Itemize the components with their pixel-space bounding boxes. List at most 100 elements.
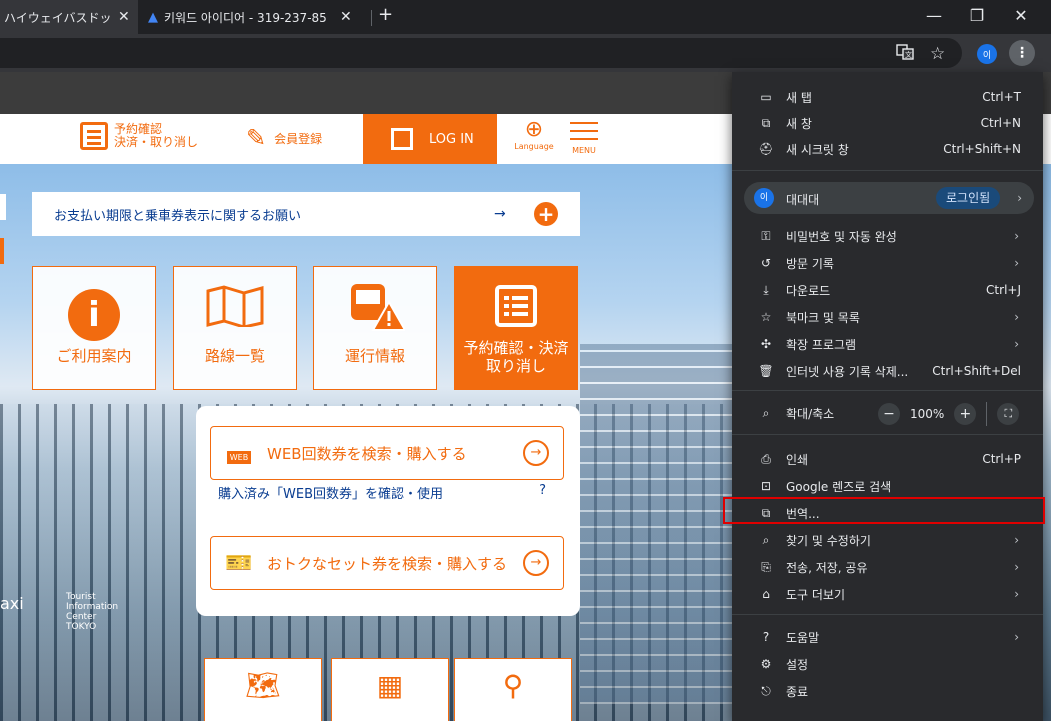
card-routes[interactable]: 路線一覧 — [173, 266, 297, 390]
tab-keyword-ideas[interactable]: ▲ 키워드 아이디어 - 319-237-85 ✕ — [148, 0, 366, 34]
menu-settings[interactable]: ⚙ 설정 — [732, 651, 1043, 677]
menu-google-lens[interactable]: ⊡ Google 렌즈로 검색 — [732, 473, 1043, 499]
download-icon: ⤓ — [763, 282, 769, 297]
purchased-ticket-link[interactable]: 購入済み「WEB回数券」を確認・使用 ? — [218, 483, 558, 502]
login-icon — [391, 128, 413, 150]
new-window-icon: ⧉ — [761, 115, 771, 130]
chevron-right-icon: › — [1014, 310, 1019, 324]
login-button[interactable]: LOG IN — [363, 114, 497, 164]
star-icon[interactable]: ☆ — [930, 44, 945, 64]
menu-new-window[interactable]: ⧉ 새 창 Ctrl+N — [732, 110, 1043, 136]
card-label: 運行情報 — [344, 347, 405, 365]
address-bar[interactable] — [0, 38, 962, 68]
tab-title: ハイウェイバスドットコム — [4, 10, 112, 25]
side-tab — [0, 194, 6, 220]
menu-help[interactable]: ? 도움말 › — [732, 624, 1043, 650]
list-icon — [80, 122, 108, 150]
reservation-link[interactable]: 予約確認 決済・取り消し — [80, 122, 198, 150]
menu-new-tab[interactable]: ▭ 새 탭 Ctrl+T — [732, 84, 1043, 110]
card-service-info[interactable]: 運行情報 — [313, 266, 437, 390]
card-label-line2: 取り消し — [485, 357, 546, 375]
menu-bookmarks[interactable]: ☆ 북마크 및 목록 › — [732, 304, 1043, 330]
set-ticket-search-button[interactable]: 🎫 おトクなセット券を検索・購入する → — [210, 536, 564, 590]
hamburger-icon — [570, 122, 598, 140]
map-icon: 🗺 — [245, 669, 281, 702]
menu-button[interactable]: MENU — [568, 122, 600, 155]
menu-passwords[interactable]: ⚿ 비밀번호 및 자동 완성 › — [732, 223, 1043, 249]
find-icon: ⌕ — [762, 532, 770, 547]
menu-label: 종료 — [786, 684, 809, 699]
chevron-right-icon: › — [1017, 191, 1022, 205]
bottom-card-map[interactable]: 🗺 — [204, 658, 322, 721]
key-icon: ⚿ — [761, 228, 771, 243]
menu-label: 다운로드 — [786, 283, 831, 298]
menu-divider — [732, 170, 1043, 171]
menu-extensions[interactable]: ✣ 확장 프로그램 › — [732, 331, 1043, 357]
avatar[interactable]: 이 — [977, 44, 997, 64]
new-tab-button[interactable]: + — [378, 4, 393, 25]
card-label: 路線一覧 — [204, 347, 265, 365]
menu-incognito[interactable]: ⛑ 새 시크릿 창 Ctrl+Shift+N — [732, 136, 1043, 162]
menu-shortcut: Ctrl+P — [982, 452, 1021, 466]
plus-icon[interactable]: + — [534, 202, 558, 226]
menu-shortcut: Ctrl+Shift+N — [943, 142, 1021, 156]
card-reservation[interactable]: 予約確認・決済 取り消し — [454, 266, 578, 390]
tab-highway-bus[interactable]: ハイウェイバスドットコム ✕ — [0, 0, 138, 34]
purchased-ticket-label: 購入済み「WEB回数券」を確認・使用 — [218, 487, 443, 502]
close-icon[interactable]: ✕ — [118, 9, 130, 25]
menu-label: 북마크 및 목록 — [786, 310, 860, 325]
chrome-menu-button[interactable]: ⋮ — [1009, 40, 1035, 66]
bottom-card-grid[interactable]: ▦ — [331, 658, 449, 721]
bottom-card-stop[interactable]: ⚲ — [454, 658, 572, 721]
translate-icon[interactable]: 文 — [896, 44, 914, 64]
member-register-link[interactable]: ✎ 会員登録 — [246, 124, 322, 152]
puzzle-icon: ✣ — [760, 337, 772, 351]
help-icon: ? — [762, 630, 770, 644]
lens-icon: ⊡ — [760, 479, 772, 493]
globe-icon: ⊕ — [524, 117, 544, 142]
language-button[interactable]: ⊕ Language — [508, 117, 560, 152]
zoom-controls: − 100% + ⛶ — [878, 402, 1020, 426]
zoom-in-button[interactable]: + — [954, 403, 977, 425]
star-icon: ☆ — [760, 310, 772, 324]
menu-history[interactable]: ↺ 방문 기록 › — [732, 250, 1043, 276]
minimize-button[interactable]: — — [924, 6, 944, 25]
set-ticket-label: おトクなセット券を検索・購入する — [267, 554, 508, 573]
menu-shortcut: Ctrl+T — [982, 90, 1021, 104]
zoom-divider — [986, 402, 988, 426]
menu-exit[interactable]: ⎋ 종료 — [732, 678, 1043, 704]
chevron-right-icon: › — [1014, 560, 1019, 574]
grid-icon: ▦ — [376, 669, 404, 702]
reservation-label-line2: 決済・取り消し — [114, 135, 199, 149]
exit-icon: ⎋ — [761, 683, 771, 698]
menu-downloads[interactable]: ⤓ 다운로드 Ctrl+J — [732, 277, 1043, 303]
card-guide[interactable]: i ご利用案内 — [32, 266, 156, 390]
menu-label: 인쇄 — [786, 452, 809, 467]
restore-button[interactable]: ❐ — [967, 6, 987, 25]
side-accent — [0, 238, 4, 264]
menu-find-edit[interactable]: ⌕ 찾기 및 수정하기 › — [732, 527, 1043, 553]
ticket-panel: WEB WEB回数券を検索・購入する → 購入済み「WEB回数券」を確認・使用 … — [196, 406, 580, 616]
share-icon: ⎘ — [761, 559, 771, 574]
arrow-circle-icon: → — [523, 550, 549, 576]
notice-banner[interactable]: お支払い期限と乗車券表示に関するお願い → + — [32, 192, 580, 236]
zoom-out-button[interactable]: − — [878, 403, 900, 425]
ticket-icon: WEB — [211, 441, 267, 466]
web-ticket-label: WEB回数券を検索・購入する — [267, 444, 467, 463]
close-icon[interactable]: ✕ — [340, 9, 352, 25]
menu-shortcut: Ctrl+N — [980, 116, 1021, 130]
menu-label: 찾기 및 수정하기 — [786, 533, 871, 548]
window-close-button[interactable]: ✕ — [1011, 6, 1031, 25]
tourist-info-sign: Tourist Information Center TOKYO — [66, 592, 119, 632]
menu-more-tools[interactable]: ⌂ 도구 더보기 › — [732, 581, 1043, 607]
menu-profile[interactable]: 이 대대대 로그인됨 › — [744, 182, 1034, 214]
site-header: 予約確認 決済・取り消し ✎ 会員登録 LOG IN ⊕ Language ME… — [0, 114, 740, 164]
menu-label: 설정 — [786, 657, 809, 672]
fullscreen-button[interactable]: ⛶ — [997, 403, 1020, 425]
menu-clear-browsing-data[interactable]: 🗑 인터넷 사용 기록 삭제... Ctrl+Shift+Del — [732, 358, 1043, 384]
help-icon[interactable]: ? — [539, 483, 546, 498]
menu-cast-save-share[interactable]: ⎘ 전송, 저장, 공유 › — [732, 554, 1043, 580]
menu-print[interactable]: ⎙ 인쇄 Ctrl+P — [732, 446, 1043, 472]
web-ticket-search-button[interactable]: WEB WEB回数券を検索・購入する → — [210, 426, 564, 480]
chevron-right-icon: › — [1014, 533, 1019, 547]
